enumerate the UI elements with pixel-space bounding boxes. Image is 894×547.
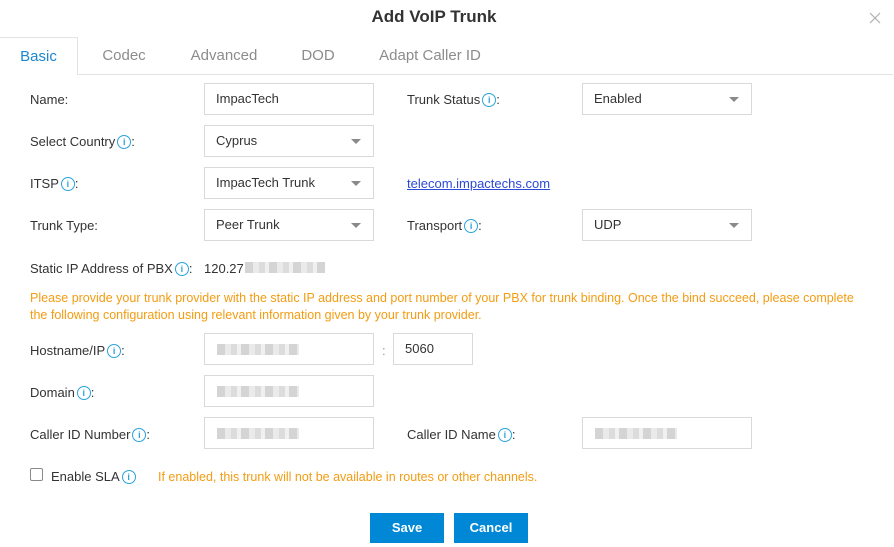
caller-id-number-input[interactable] [204, 417, 374, 449]
hostname-label-text: Hostname/IP [30, 343, 106, 358]
colon: : [511, 427, 516, 442]
trunk-type-value: Peer Trunk [216, 217, 280, 232]
transport-label-text: Transport [407, 218, 463, 233]
port-input[interactable]: 5060 [393, 333, 473, 365]
country-label-text: Select Country [30, 134, 116, 149]
info-icon[interactable]: i [121, 470, 136, 484]
close-icon [869, 12, 881, 24]
itsp-value: ImpacTech Trunk [216, 175, 315, 190]
itsp-link[interactable]: telecom.impactechs.com [407, 176, 550, 191]
name-label: Name: [30, 92, 69, 107]
colon: : [478, 218, 482, 233]
chevron-down-icon [351, 139, 361, 144]
caller-id-name-label-text: Caller ID Name [407, 427, 496, 442]
info-icon[interactable]: i [117, 135, 132, 149]
binding-notice: Please provide your trunk provider with … [30, 291, 854, 322]
redacted-block [245, 262, 325, 273]
country-value: Cyprus [216, 133, 258, 148]
info-icon[interactable]: i [174, 262, 189, 276]
caller-id-number-label: Caller ID Number i: [30, 427, 150, 442]
chevron-down-icon [729, 97, 739, 102]
trunk-status-label-text: Trunk Status [407, 92, 481, 107]
trunk-type-select[interactable]: Peer Trunk [204, 209, 374, 241]
info-icon[interactable]: i [60, 177, 75, 191]
itsp-label: ITSP i: [30, 176, 79, 191]
info-icon[interactable]: i [107, 344, 122, 358]
info-icon[interactable]: i [482, 93, 497, 107]
trunk-type-label: Trunk Type: [30, 218, 98, 233]
colon: : [131, 134, 135, 149]
static-ip-label-text: Static IP Address of PBX [30, 261, 173, 276]
trunk-status-value: Enabled [594, 91, 642, 106]
colon: : [121, 343, 125, 358]
tab-bar-divider [0, 74, 893, 75]
chevron-down-icon [351, 181, 361, 186]
caller-id-number-label-text: Caller ID Number [30, 427, 131, 442]
info-icon[interactable]: i [132, 428, 147, 442]
chevron-down-icon [351, 223, 361, 228]
cancel-button[interactable]: Cancel [454, 513, 528, 543]
info-icon[interactable]: i [76, 386, 91, 400]
port-separator: : [382, 343, 386, 358]
redacted-block [217, 344, 299, 355]
info-icon[interactable]: i [464, 219, 479, 233]
name-input[interactable]: ImpacTech [204, 83, 374, 115]
redacted-block [217, 428, 299, 439]
colon: : [188, 261, 193, 276]
tab-basic[interactable]: Basic [0, 37, 78, 75]
static-ip-label: Static IP Address of PBX i: [30, 261, 192, 276]
enable-sla-label: Enable SLA i [51, 469, 136, 484]
colon: : [146, 427, 151, 442]
domain-input[interactable] [204, 375, 374, 407]
tab-advanced[interactable]: Advanced [180, 37, 268, 74]
colon: : [74, 176, 79, 191]
enable-sla-label-text: Enable SLA [51, 469, 120, 484]
save-button[interactable]: Save [370, 513, 444, 543]
redacted-block [595, 428, 677, 439]
hostname-input[interactable] [204, 333, 374, 365]
trunk-status-label: Trunk Status i: [407, 92, 500, 107]
static-ip-value: 120.27 [204, 261, 244, 276]
chevron-down-icon [729, 223, 739, 228]
caller-id-name-label: Caller ID Name i: [407, 427, 515, 442]
dialog-title: Add VoIP Trunk [371, 7, 497, 26]
info-icon[interactable]: i [497, 428, 512, 442]
tab-dod[interactable]: DOD [293, 37, 343, 74]
tab-codec[interactable]: Codec [92, 37, 156, 74]
colon: : [496, 92, 500, 107]
trunk-status-select[interactable]: Enabled [582, 83, 752, 115]
enable-sla-checkbox[interactable] [30, 468, 43, 481]
close-button[interactable] [866, 9, 884, 27]
transport-value: UDP [594, 217, 622, 232]
colon: : [90, 385, 95, 400]
redacted-block [217, 386, 299, 397]
itsp-label-text: ITSP [30, 176, 59, 191]
domain-label: Domain i: [30, 385, 94, 400]
hostname-label: Hostname/IP i: [30, 343, 125, 358]
caller-id-name-input[interactable] [582, 417, 752, 449]
redacted-ip [245, 261, 325, 274]
enable-sla-hint: If enabled, this trunk will not be avail… [158, 470, 538, 484]
country-select[interactable]: Cyprus [204, 125, 374, 157]
domain-label-text: Domain [30, 385, 75, 400]
transport-select[interactable]: UDP [582, 209, 752, 241]
transport-label: Transport i: [407, 218, 482, 233]
itsp-select[interactable]: ImpacTech Trunk [204, 167, 374, 199]
country-label: Select Country i: [30, 134, 135, 149]
tab-adapt-caller-id[interactable]: Adapt Caller ID [369, 37, 491, 74]
